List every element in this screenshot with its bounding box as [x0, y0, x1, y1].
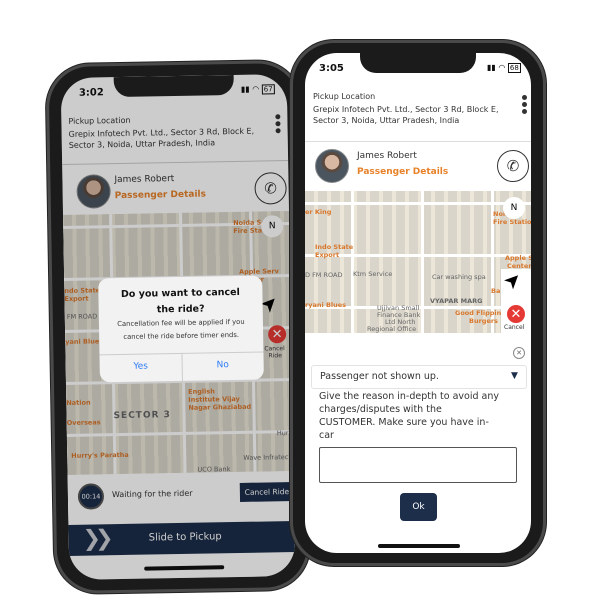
- call-chat-icon[interactable]: ✆: [497, 150, 529, 182]
- reason-dropdown[interactable]: Passenger not shown up. ▼: [311, 365, 527, 389]
- instruction-line2: charges/disputes with the: [319, 404, 442, 415]
- cancel-dialog: Do you want to cancel the ride? Cancella…: [98, 275, 264, 383]
- map-label: Regional Office: [367, 325, 417, 333]
- chevron-down-icon: ▼: [511, 371, 518, 381]
- reason-selected: Passenger not shown up.: [320, 371, 439, 382]
- pickup-label: Pickup Location: [313, 92, 376, 101]
- map-label: Good Flippin': [455, 309, 504, 317]
- notch: [360, 53, 476, 73]
- ok-button[interactable]: Ok: [400, 493, 437, 521]
- passenger-name: James Robert: [357, 151, 417, 161]
- more-menu-icon[interactable]: [522, 95, 527, 116]
- left-phone: 3:02 ▮▮ ◠ 67 Pickup Location Grepix Info…: [45, 59, 311, 595]
- map[interactable]: er King Noida Fire Station Indo State Ex…: [305, 191, 531, 333]
- divider: [305, 141, 531, 142]
- notch: [113, 74, 234, 98]
- status-icons: ▮▮ ◠ 68: [487, 63, 521, 73]
- right-screen: 3:05 ▮▮ ◠ 68 Pickup Location Grepix Info…: [305, 53, 531, 553]
- map-label: VYAPAR MARG: [430, 297, 483, 305]
- map-label: Burgers: [469, 317, 498, 325]
- pickup-address-line2: Sector 3, Noida, Uttar Pradesh, India: [313, 116, 460, 125]
- dialog-title-line2: the ride?: [156, 303, 205, 316]
- map-label: Fire Station: [493, 218, 531, 226]
- passenger-details-link[interactable]: Passenger Details: [357, 167, 448, 177]
- cancel-fab-label: Cancel: [504, 324, 525, 331]
- compass-icon[interactable]: N: [503, 197, 525, 219]
- dialog-message-line1: Cancellation fee will be applied if you: [117, 317, 245, 329]
- dialog-title-line1: Do you want to cancel: [120, 286, 240, 300]
- map-label: Indo State: [315, 243, 354, 251]
- dialog-no-button[interactable]: No: [182, 360, 264, 371]
- right-phone: 3:05 ▮▮ ◠ 68 Pickup Location Grepix Info…: [290, 40, 546, 566]
- map-label: Ktm Service: [353, 270, 393, 278]
- instruction-line1: Give the reason in-depth to avoid any: [319, 391, 499, 402]
- map-label: Car washing spa: [432, 273, 486, 281]
- map-label: Apple Se: [505, 254, 531, 262]
- map-label: Ba: [491, 287, 501, 295]
- map-label: Export: [315, 251, 340, 259]
- pickup-address-line1: Grepix Infotech Pvt. Ltd., Sector 3 Rd, …: [313, 105, 499, 114]
- reason-textarea[interactable]: [319, 447, 517, 483]
- avatar: [315, 149, 349, 183]
- close-form-icon[interactable]: ✕: [513, 347, 525, 359]
- instruction-line4: car: [319, 430, 334, 441]
- instruction-line3: CUSTOMER. Make sure you have in-: [319, 417, 489, 428]
- map-label: er King: [305, 208, 332, 216]
- dialog-yes-button[interactable]: Yes: [100, 361, 182, 372]
- map-label: D FM ROAD: [305, 271, 343, 279]
- battery-level: 68: [507, 63, 521, 73]
- map-label: ryani Blues: [305, 301, 347, 309]
- dialog-message-line2: cancel the ride before timer ends.: [123, 330, 240, 341]
- cancel-icon[interactable]: ✕: [507, 305, 525, 323]
- status-time: 3:05: [319, 63, 344, 74]
- left-screen: 3:02 ▮▮ ◠ 67 Pickup Location Grepix Info…: [60, 74, 296, 580]
- home-indicator: [378, 544, 460, 548]
